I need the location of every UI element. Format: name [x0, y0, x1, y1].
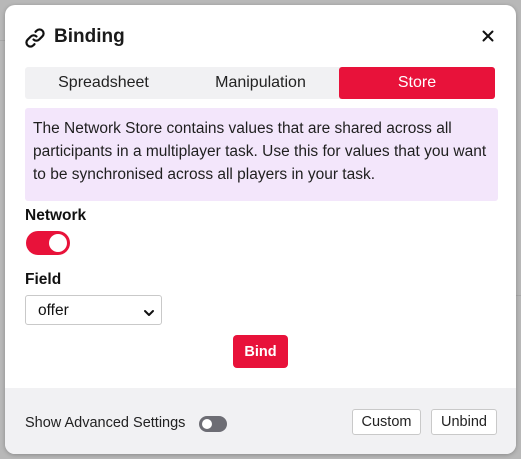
custom-button[interactable]: Custom: [352, 409, 421, 435]
binding-tabs: Spreadsheet Manipulation Store: [25, 67, 495, 99]
network-toggle[interactable]: [26, 231, 70, 255]
chevron-down-icon: [143, 305, 155, 316]
field-select-value: offer: [38, 302, 69, 319]
field-select[interactable]: offer: [25, 295, 162, 325]
binding-dialog: Binding Spreadsheet Manipulation Store T…: [5, 5, 516, 454]
close-button[interactable]: [476, 24, 500, 48]
dialog-header: Binding: [5, 5, 516, 67]
advanced-settings-toggle[interactable]: [199, 416, 227, 432]
bind-button[interactable]: Bind: [233, 335, 288, 368]
store-info-box: The Network Store contains values that a…: [25, 108, 498, 201]
advanced-settings-label: Show Advanced Settings: [25, 415, 186, 431]
dialog-title: Binding: [54, 26, 125, 47]
close-icon: [482, 30, 494, 42]
field-label: Field: [25, 271, 62, 288]
network-label: Network: [25, 207, 87, 224]
tab-manipulation[interactable]: Manipulation: [182, 67, 339, 99]
backdrop-line: [516, 295, 521, 296]
unbind-button[interactable]: Unbind: [431, 409, 497, 435]
tab-store[interactable]: Store: [339, 67, 495, 99]
link-icon: [23, 26, 47, 50]
toggle-knob: [49, 234, 67, 252]
toggle-knob: [202, 419, 212, 429]
dialog-footer: Show Advanced Settings Custom Unbind: [5, 388, 516, 454]
tab-spreadsheet[interactable]: Spreadsheet: [25, 67, 182, 99]
